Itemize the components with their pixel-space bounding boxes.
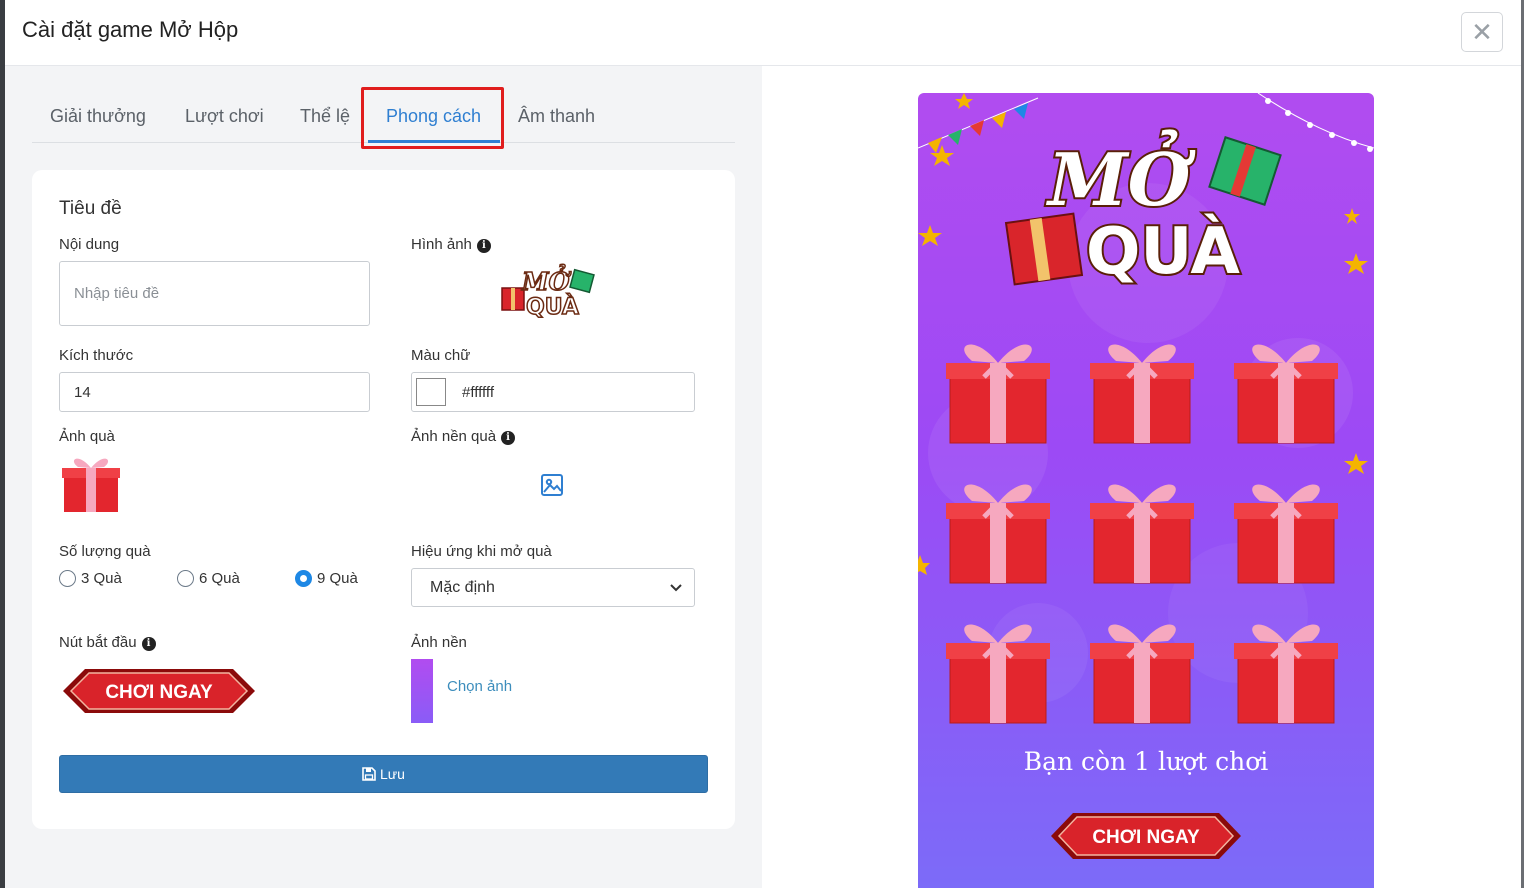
tab-plays[interactable]: Lượt chơi [185,106,264,127]
start-button-preview[interactable]: CHƠI NGAY [59,659,259,723]
title-input-placeholder: Nhập tiêu đề [74,285,160,302]
size-label: Kích thước [59,347,134,364]
radio-9-gifts[interactable]: 9 Quà [295,570,358,587]
title-input[interactable]: Nhập tiêu đề [59,261,370,326]
settings-modal: Cài đặt game Mở Hộp ✕ Giải thưởng Lượt c… [5,0,1521,888]
remaining-plays-text: Bạn còn 1 lượt chơi [1023,747,1269,776]
background-label: Ảnh nền [411,634,467,651]
text-color-label: Màu chữ [411,347,471,364]
info-icon: i [476,239,491,253]
content-label: Nội dung [59,236,120,253]
modal-header: Cài đặt game Mở Hộp ✕ [5,0,1521,66]
tab-rules[interactable]: Thể lệ [300,106,350,127]
gift-box[interactable] [1232,473,1340,585]
effect-select[interactable]: Mặc định [411,568,695,607]
gift-image-thumbnail[interactable] [60,452,122,514]
title-logo-image[interactable]: MỞ QUÀ [498,262,608,324]
radio-6-gifts[interactable]: 6 Quà [177,570,240,587]
gift-box[interactable] [1232,613,1340,725]
close-icon: ✕ [1471,16,1493,47]
gift-box[interactable] [1088,613,1196,725]
tab-sound[interactable]: Âm thanh [518,106,595,127]
image-label: Hình ảnh i [411,236,491,253]
radio-indicator [59,570,76,587]
close-button[interactable]: ✕ [1461,12,1503,52]
gift-box[interactable] [944,613,1052,725]
tab-style[interactable]: Phong cách [386,106,481,127]
preview-title-logo: MỞ QUÀ [998,123,1298,313]
effect-select-value: Mặc định [430,578,495,596]
info-icon: i [141,637,156,651]
size-input[interactable]: 14 [59,372,370,412]
play-now-text: CHƠI NGAY [1092,827,1200,848]
logo-text-bottom: QUÀ [526,294,579,320]
background-thumbnail[interactable] [411,659,433,723]
text-color-value: #ffffff [462,383,494,401]
gift-image-label: Ảnh quà [59,428,115,445]
modal-title: Cài đặt game Mở Hộp [22,17,239,42]
gift-count-label: Số lượng quà [59,543,151,560]
start-button-label: Nút bắt đầu i [59,634,156,651]
tab-prizes[interactable]: Giải thưởng [50,106,146,127]
floppy-disk-icon [362,767,376,781]
play-now-button[interactable]: CHƠI NGAY [1049,805,1243,867]
gift-box[interactable] [1088,333,1196,445]
game-preview: MỞ QUÀ Bạn còn 1 lượt chơi CHƠI NGAY [918,93,1374,888]
color-swatch[interactable] [416,378,446,406]
radio-3-gifts[interactable]: 3 Quà [59,570,122,587]
text-color-input[interactable]: #ffffff [411,372,695,412]
save-button[interactable]: Lưu [59,755,708,793]
style-form-card: Tiêu đề Nội dung Nhập tiêu đề Hình ảnh i … [32,170,735,829]
preview-logo-bottom: QUÀ [1086,213,1240,289]
radio-indicator-checked [295,570,312,587]
radio-indicator [177,570,194,587]
tab-bar: Giải thưởng Lượt chơi Thể lệ Phong cách … [32,90,735,143]
choose-image-link[interactable]: Chọn ảnh [447,678,512,695]
image-placeholder-icon[interactable] [540,473,564,497]
start-button-text: CHƠI NGAY [105,682,213,703]
gift-box[interactable] [1088,473,1196,585]
preview-pane: MỞ QUÀ Bạn còn 1 lượt chơi CHƠI NGAY [762,66,1521,888]
info-icon: i [501,431,516,445]
effect-label: Hiệu ứng khi mở quà [411,543,552,560]
gift-box[interactable] [944,473,1052,585]
chevron-down-icon [670,584,682,592]
gift-bg-label: Ảnh nền quà i [411,428,516,445]
preview-logo-top: MỞ [1045,128,1196,222]
active-tab-indicator [368,140,500,143]
size-input-value: 14 [74,383,91,401]
section-title: Tiêu đề [59,198,122,219]
gift-box[interactable] [1232,333,1340,445]
logo-text-top: MỞ [521,264,572,296]
settings-pane: Giải thưởng Lượt chơi Thể lệ Phong cách … [5,66,762,888]
gift-box[interactable] [944,333,1052,445]
